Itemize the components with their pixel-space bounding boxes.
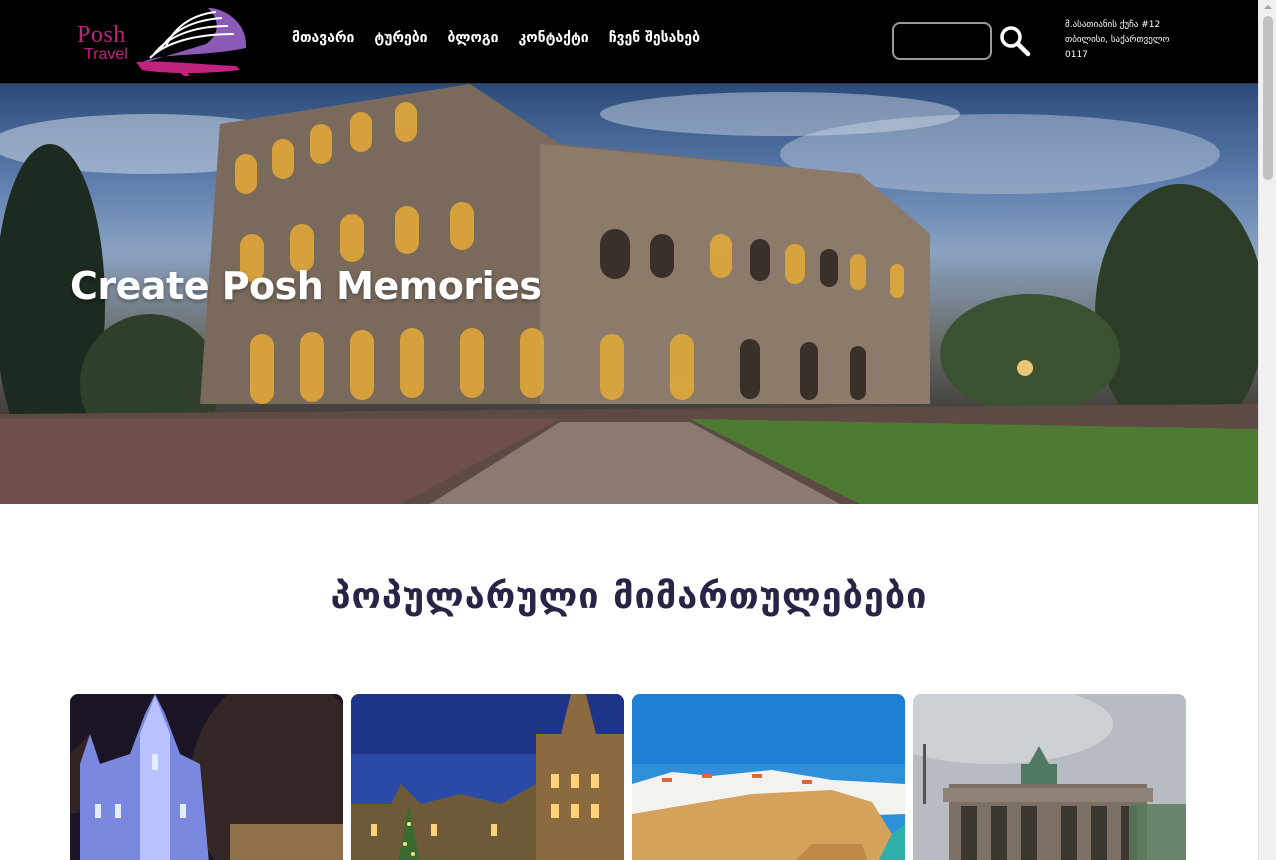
logo-link[interactable]: Posh Travel xyxy=(72,4,254,78)
address-postcode: 0117 xyxy=(1065,50,1088,60)
page: Posh Travel მთავარი ტურები ბლოგი კონტაქტ… xyxy=(0,0,1276,860)
destination-card-algarve[interactable] xyxy=(632,694,905,860)
nav-blog[interactable]: ბლოგი xyxy=(448,30,499,46)
popular-destinations-title: პოპულარული მიმართულებები xyxy=(330,576,928,617)
destination-card-vienna[interactable] xyxy=(70,694,343,860)
nav-tours[interactable]: ტურები xyxy=(374,30,427,46)
vienna-city-hall-photo xyxy=(70,694,343,860)
address-block: მ.ასათიანის ქუჩა #12 თბილისი, საქართველო… xyxy=(1065,18,1195,63)
search-input[interactable] xyxy=(892,22,992,60)
address-street: მ.ასათიანის ქუჩა #12 xyxy=(1065,20,1161,30)
page-scrollbar[interactable] xyxy=(1258,0,1276,860)
search-icon xyxy=(1000,26,1031,57)
scrollbar-thumb[interactable] xyxy=(1263,16,1273,180)
logo-text-posh: Posh xyxy=(77,22,126,48)
destination-card-berlin[interactable] xyxy=(913,694,1186,860)
main-nav: მთავარი ტურები ბლოგი კონტაქტი ჩვენ შესახ… xyxy=(292,30,700,46)
algarve-coast-photo xyxy=(632,694,905,860)
nav-contact[interactable]: კონტაქტი xyxy=(518,30,588,46)
brandenburg-gate-photo xyxy=(913,694,1186,860)
brussels-grand-place-photo xyxy=(351,694,624,860)
logo-wing-icon xyxy=(136,8,247,76)
logo-text-travel: Travel xyxy=(84,46,128,63)
search-button[interactable] xyxy=(998,24,1032,58)
destination-card-brussels[interactable] xyxy=(351,694,624,860)
nav-home[interactable]: მთავარი xyxy=(292,30,354,46)
hero-banner: Create Posh Memories xyxy=(0,84,1258,504)
address-city: თბილისი, საქართველო xyxy=(1065,35,1170,45)
site-header: Posh Travel მთავარი ტურები ბლოგი კონტაქტ… xyxy=(0,0,1258,84)
destination-cards xyxy=(70,694,1186,860)
nav-about[interactable]: ჩვენ შესახებ xyxy=(609,30,700,46)
hero-title: Create Posh Memories xyxy=(70,264,542,308)
scroll-up-arrow-icon[interactable] xyxy=(1259,0,1276,14)
